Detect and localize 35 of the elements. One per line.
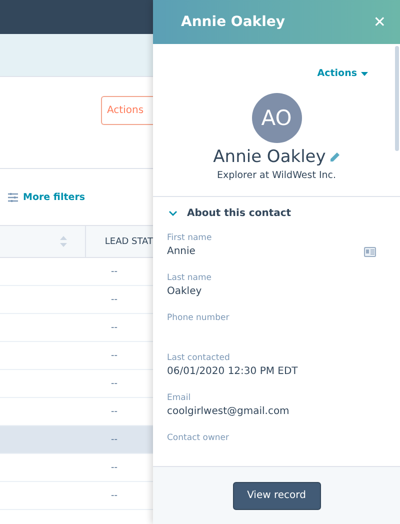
table-cell: --	[111, 462, 118, 472]
contact-subtitle: Explorer at WildWest Inc.	[216, 170, 338, 181]
field-label: Contact owner	[167, 433, 230, 443]
table-cell: --	[111, 434, 118, 444]
table-cell: --	[111, 406, 118, 416]
field-value[interactable]: 06/01/2020 12:30 PM EDT	[167, 366, 298, 377]
sort-icon[interactable]	[60, 236, 67, 247]
filter-icon	[8, 192, 18, 202]
field-value[interactable]: Oakley	[167, 286, 202, 297]
actions-menu[interactable]: Actions	[317, 68, 357, 79]
table-cell: --	[111, 350, 118, 360]
field-label: Last name	[167, 273, 213, 283]
panel-title: Annie Oakley	[181, 14, 286, 30]
table-row[interactable]: --	[0, 426, 153, 454]
contact-card-icon[interactable]	[364, 246, 376, 256]
table-cell: --	[111, 266, 118, 276]
field-label: Last contacted	[167, 353, 231, 363]
table-cell: --	[111, 322, 118, 332]
view-record-button[interactable]: View record	[232, 482, 320, 510]
chevron-icon[interactable]	[169, 211, 177, 216]
more-filters-link[interactable]: More filters	[23, 192, 86, 202]
field-value[interactable]: Annie	[167, 246, 196, 257]
contact-name: Annie Oakley	[213, 147, 326, 167]
field-value[interactable]: coolgirlwest@gmail.com	[167, 406, 290, 417]
table-cell: --	[111, 294, 118, 304]
scrollbar[interactable]	[395, 46, 399, 151]
field-label: First name	[167, 233, 213, 243]
table-cell: --	[111, 378, 118, 388]
pencil-icon[interactable]	[330, 152, 340, 162]
avatar: AO	[252, 93, 302, 143]
section-title[interactable]: About this contact	[187, 208, 292, 219]
field-label: Email	[167, 393, 192, 403]
caret-icon[interactable]	[361, 72, 368, 76]
field-label: Phone number	[167, 313, 230, 323]
table-cell: --	[111, 490, 118, 500]
